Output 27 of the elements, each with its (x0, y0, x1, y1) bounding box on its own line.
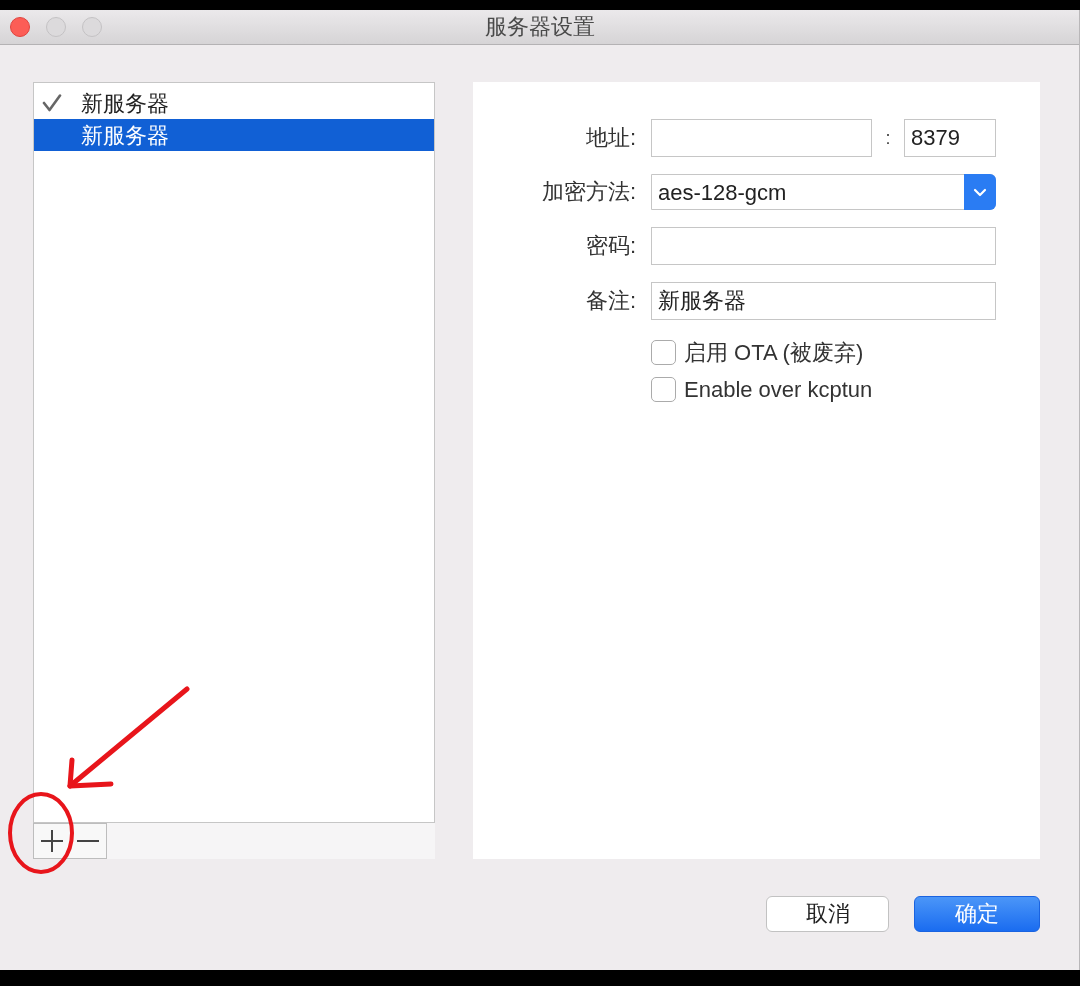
encryption-select[interactable]: aes-128-gcm (651, 174, 996, 210)
minimize-button[interactable] (46, 17, 66, 37)
chevron-down-icon (964, 174, 996, 210)
field-label: 密码: (584, 232, 636, 260)
close-button[interactable] (10, 17, 30, 37)
zoom-button[interactable] (82, 17, 102, 37)
plus-icon (41, 830, 63, 852)
add-button[interactable] (33, 823, 70, 859)
field-label: 加密方法: (540, 178, 636, 206)
field-label: 备注: (584, 287, 636, 315)
cancel-button[interactable]: 取消 (766, 896, 889, 932)
window-title: 服务器设置 (484, 16, 595, 38)
server-list-item[interactable]: 新服务器 (34, 87, 434, 119)
minus-icon (77, 840, 99, 842)
port-separator: : (884, 126, 892, 150)
remove-button[interactable] (70, 823, 107, 859)
checkbox-label: 启用 OTA (被废弃) (684, 339, 864, 367)
address-field[interactable] (651, 119, 872, 157)
field-label: 地址: (584, 124, 636, 152)
port-field[interactable]: 8379 (904, 119, 996, 157)
checkbox-label: Enable over kcptun (684, 376, 873, 404)
remark-field[interactable]: 新服务器 (651, 282, 996, 320)
checkbox[interactable] (651, 377, 676, 402)
server-list-item[interactable]: 新服务器 (34, 119, 434, 151)
checkbox[interactable] (651, 340, 676, 365)
password-field[interactable] (651, 227, 996, 265)
confirm-button[interactable]: 确定 (914, 896, 1040, 932)
